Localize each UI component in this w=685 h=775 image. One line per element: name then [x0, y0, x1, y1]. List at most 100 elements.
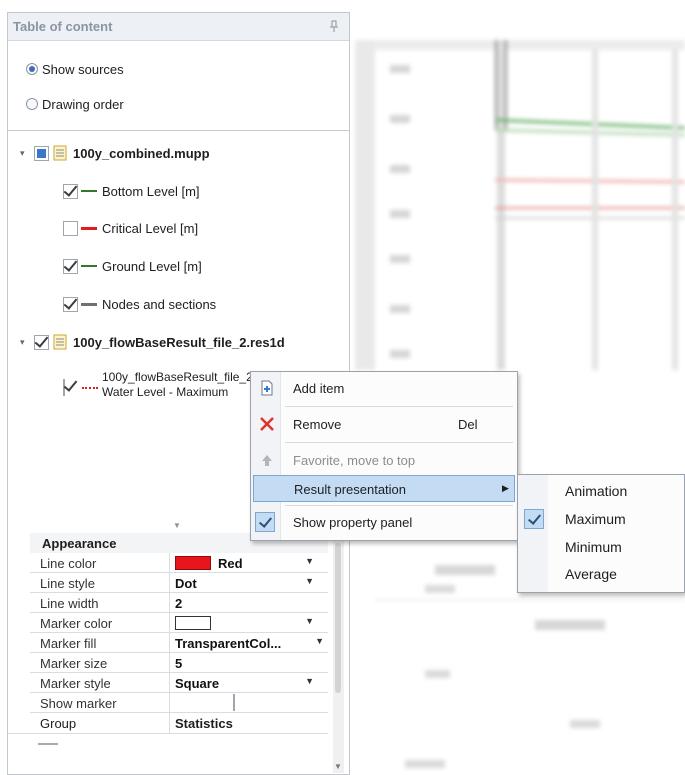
prop-name: Line color: [40, 556, 97, 571]
line-symbol-icon: [81, 190, 97, 192]
checkbox-partial[interactable]: [34, 145, 49, 161]
prop-row-group[interactable]: Group Statistics: [8, 713, 328, 734]
prop-name: Marker style: [40, 676, 111, 691]
chevron-down-icon[interactable]: ▾: [20, 149, 28, 158]
dropdown-arrow-icon[interactable]: ▼: [305, 576, 314, 586]
tree-item-nodes-sections[interactable]: Nodes and sections: [63, 293, 216, 315]
menu-separator: [285, 505, 513, 506]
prop-row-line-width[interactable]: Line width 2: [30, 593, 328, 613]
submenu-item-average[interactable]: Average: [520, 561, 682, 588]
remove-icon: [260, 417, 274, 431]
submenu-item-animation[interactable]: Animation: [520, 478, 682, 505]
checkbox-checked[interactable]: [63, 379, 65, 396]
menu-label: Favorite, move to top: [293, 453, 416, 468]
radio-label: Drawing order: [42, 96, 124, 112]
tree-item-critical-level[interactable]: Critical Level [m]: [63, 217, 198, 239]
scroll-down-icon[interactable]: ▼: [334, 762, 342, 771]
menu-label: Show property panel: [293, 515, 413, 530]
prop-row-show-marker[interactable]: Show marker: [30, 693, 328, 713]
menu-label: Result presentation: [294, 482, 407, 497]
line-symbol-icon: [81, 302, 97, 306]
layer-label-line2: Water Level - Maximum: [102, 385, 229, 399]
prop-row-line-style[interactable]: Line style Dot ▼: [30, 573, 328, 593]
menu-item-favorite[interactable]: Favorite, move to top: [253, 447, 515, 474]
dropdown-arrow-icon[interactable]: ▼: [305, 556, 314, 566]
tree-item-bottom-level[interactable]: Bottom Level [m]: [63, 180, 200, 202]
tree-item-ground-level[interactable]: Ground Level [m]: [63, 255, 202, 277]
checkmark-icon: [524, 509, 544, 529]
context-menu: Add item Remove Del Favorite, move to to…: [250, 371, 518, 541]
category-label: Appearance: [42, 536, 117, 551]
scrollbar-thumb[interactable]: [335, 543, 341, 693]
prop-value: Dot: [175, 576, 197, 591]
menu-label: Maximum: [565, 511, 626, 527]
scrollbar[interactable]: ▼: [333, 533, 344, 773]
menu-shortcut: Del: [458, 417, 478, 432]
prop-value: 5: [175, 656, 183, 671]
menu-item-remove[interactable]: Remove Del: [253, 411, 515, 438]
column-separator: [169, 653, 170, 673]
column-separator: [169, 693, 170, 713]
tree-item-water-level[interactable]: 100y_flowBaseResult_file_2.res1d Water L…: [63, 368, 263, 404]
prop-name: Show marker: [40, 696, 117, 711]
checkbox-checked[interactable]: [63, 296, 78, 312]
tree-node-file2[interactable]: ▾ 100y_flowBaseResult_file_2.res1d: [20, 331, 285, 353]
divider: [8, 130, 349, 131]
menu-label: Remove: [293, 417, 342, 432]
checkbox-unchecked[interactable]: [63, 220, 78, 236]
splitter-handle-icon[interactable]: ▼: [173, 521, 181, 530]
prop-row-marker-size[interactable]: Marker size 5: [30, 653, 328, 673]
pin-icon[interactable]: [329, 20, 339, 33]
menu-label: Add item: [293, 381, 345, 396]
arrow-up-icon: [262, 455, 272, 466]
chevron-down-icon[interactable]: ▾: [20, 338, 28, 347]
prop-name: Marker fill: [40, 636, 97, 651]
checkbox-checked[interactable]: [34, 334, 49, 350]
prop-name: Marker color: [40, 616, 113, 631]
panel-title-bar: Table of content: [8, 13, 349, 41]
submenu-item-maximum[interactable]: Maximum: [520, 506, 682, 533]
layer-label: Ground Level [m]: [102, 258, 202, 274]
checkbox-checked[interactable]: [63, 183, 78, 199]
prop-row-marker-fill[interactable]: Marker fill TransparentCol... ▼: [30, 633, 328, 653]
line-symbol-icon: [81, 265, 97, 267]
column-separator: [169, 573, 170, 593]
checkbox-unchecked[interactable]: [233, 694, 235, 711]
column-separator: [169, 633, 170, 653]
prop-name: Group: [40, 716, 77, 731]
menu-item-show-property-panel[interactable]: Show property panel: [253, 509, 515, 536]
radio-unselected-icon: [26, 98, 38, 110]
checkbox-checked[interactable]: [63, 258, 78, 274]
dropdown-arrow-icon[interactable]: ▼: [305, 676, 314, 686]
line-symbol-icon: [81, 226, 97, 230]
prop-name: Line width: [40, 596, 99, 611]
prop-row-line-color[interactable]: Line color Red ▼: [30, 553, 328, 573]
menu-item-result-presentation[interactable]: Result presentation ▶: [253, 475, 515, 502]
prop-row-marker-style[interactable]: Marker style Square ▼: [30, 673, 328, 693]
radio-show-sources[interactable]: Show sources: [26, 59, 124, 79]
menu-label: Average: [565, 566, 617, 582]
file-name: 100y_flowBaseResult_file_2.res1d: [73, 334, 285, 350]
prop-row-marker-color[interactable]: Marker color ▼: [30, 613, 328, 633]
submenu-item-minimum[interactable]: Minimum: [520, 534, 682, 561]
tree-node-file1[interactable]: ▾ 100y_combined.mupp: [20, 142, 210, 164]
document-icon: [53, 334, 67, 350]
panel-title: Table of content: [13, 19, 113, 34]
cut-off-row: [38, 737, 328, 745]
column-separator: [169, 713, 170, 733]
dropdown-arrow-icon[interactable]: ▼: [305, 616, 314, 626]
prop-value: TransparentCol...: [175, 636, 282, 651]
dotted-line-symbol-icon: [82, 387, 98, 389]
prop-value: Statistics: [175, 716, 233, 731]
submenu-arrow-icon: ▶: [502, 483, 509, 493]
radio-drawing-order[interactable]: Drawing order: [26, 94, 124, 114]
menu-label: Minimum: [565, 539, 622, 555]
prop-value: 2: [175, 596, 183, 611]
menu-label: Animation: [565, 483, 628, 499]
layer-label-line1: 100y_flowBaseResult_file_2.res1d: [102, 370, 252, 384]
dropdown-arrow-icon[interactable]: ▼: [315, 636, 324, 646]
menu-item-add-item[interactable]: Add item: [253, 375, 515, 402]
prop-name: Marker size: [40, 656, 108, 671]
prop-value: Square: [175, 676, 220, 691]
color-swatch: [175, 616, 211, 630]
